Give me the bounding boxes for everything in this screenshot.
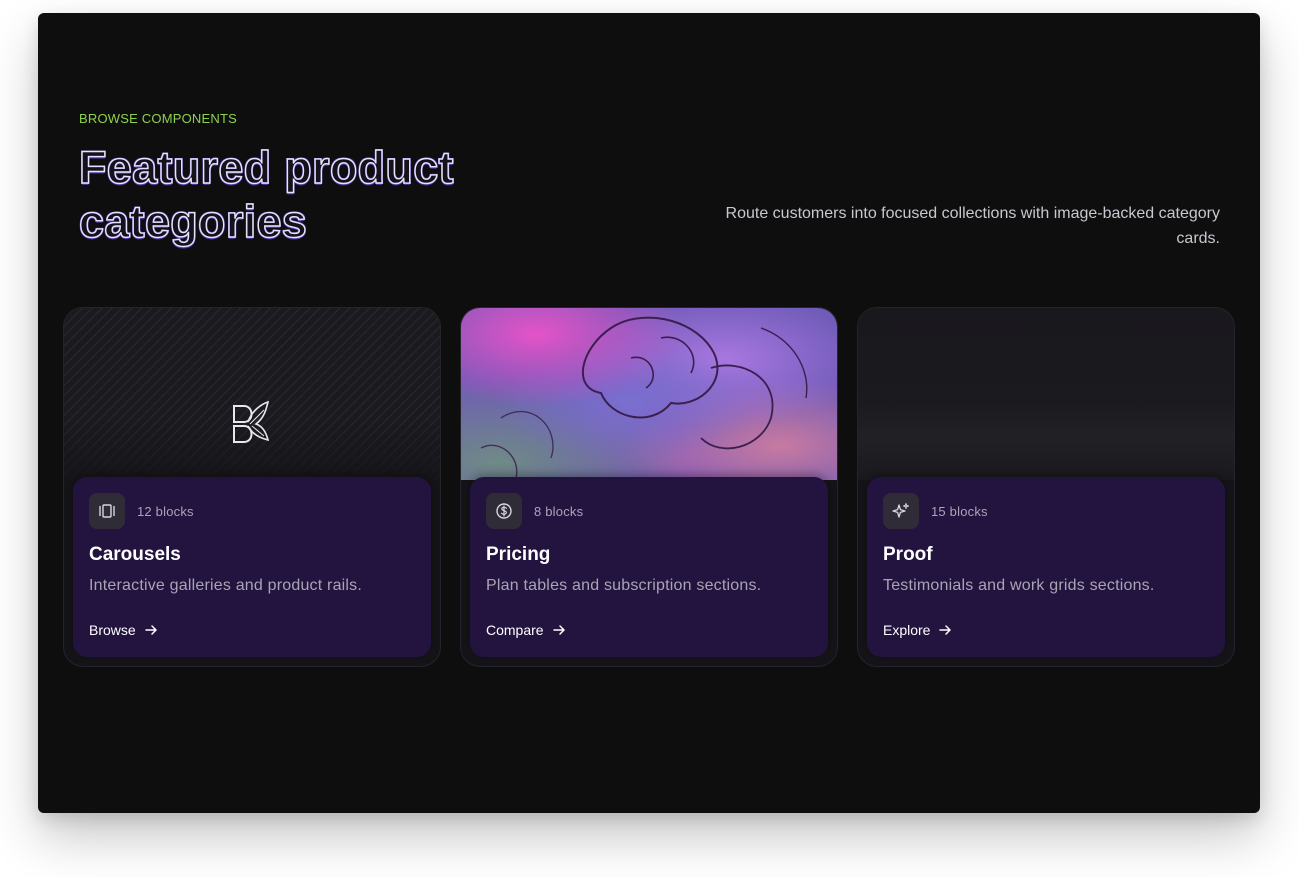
- sparkles-icon: [883, 493, 919, 529]
- card-block-count: 12 blocks: [137, 503, 194, 519]
- card-body: 15 blocks Proof Testimonials and work gr…: [867, 477, 1225, 657]
- card-description: Testimonials and work grids sections.: [883, 577, 1155, 594]
- section-title-line2: categories: [78, 195, 308, 247]
- arrow-right-icon: [939, 625, 952, 635]
- arrow-right-icon: [144, 625, 157, 635]
- card-link-label: Explore: [883, 622, 931, 638]
- section-title: Featured product categories: [78, 141, 559, 249]
- categories-section: BROWSE COMPONENTS Featured product categ…: [38, 13, 1260, 813]
- section-title-line1: Featured product: [78, 141, 454, 193]
- card-link-label: Browse: [89, 622, 136, 638]
- card-link-label: Compare: [486, 622, 544, 638]
- section-intro: Route customers into focused collections…: [725, 205, 1220, 247]
- card-body: 8 blocks Pricing Plan tables and subscri…: [470, 477, 828, 657]
- section-eyebrow: BROWSE COMPONENTS: [79, 111, 237, 126]
- category-card-proof[interactable]: 15 blocks Proof Testimonials and work gr…: [857, 307, 1235, 667]
- card-title: Proof: [883, 544, 933, 565]
- card-image: [461, 308, 837, 480]
- card-badge-row: 8 blocks: [486, 493, 583, 529]
- card-description: Plan tables and subscription sections.: [486, 577, 762, 594]
- browse-link[interactable]: Browse: [89, 622, 158, 638]
- card-badge-row: 12 blocks: [89, 493, 194, 529]
- card-image: [858, 308, 1234, 480]
- card-description: Interactive galleries and product rails.: [89, 577, 363, 594]
- card-badge-row: 15 blocks: [883, 493, 988, 529]
- card-title: Pricing: [486, 544, 551, 565]
- card-body: 12 blocks Carousels Interactive gallerie…: [73, 477, 431, 657]
- explore-link[interactable]: Explore: [883, 622, 952, 638]
- compare-link[interactable]: Compare: [486, 622, 566, 638]
- card-image: [64, 308, 440, 480]
- category-card-carousels[interactable]: 12 blocks Carousels Interactive gallerie…: [63, 307, 441, 667]
- brand-logo-icon: [233, 400, 270, 443]
- category-card-pricing[interactable]: 8 blocks Pricing Plan tables and subscri…: [460, 307, 838, 667]
- artwork-image: [480, 316, 808, 479]
- card-block-count: 15 blocks: [931, 503, 988, 519]
- card-block-count: 8 blocks: [534, 503, 584, 519]
- carousel-icon: [89, 493, 125, 529]
- dollar-circle-icon: [486, 493, 522, 529]
- arrow-right-icon: [552, 625, 565, 635]
- card-title: Carousels: [89, 544, 181, 565]
